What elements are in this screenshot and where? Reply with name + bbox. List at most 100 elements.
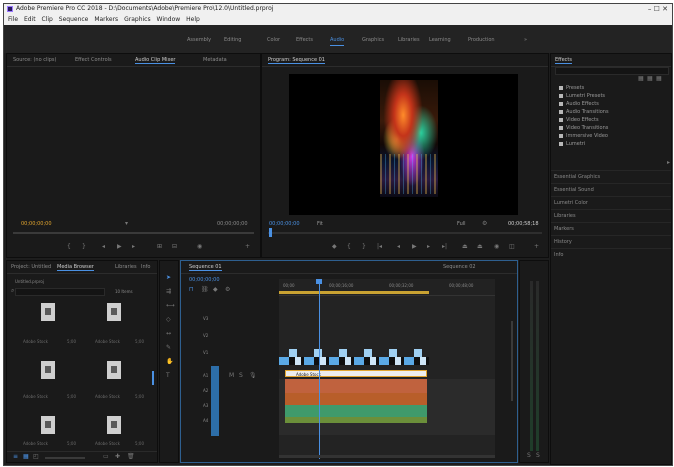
insert-icon[interactable]: ⊞ (157, 244, 162, 250)
play-icon[interactable]: ▶ (412, 244, 417, 250)
new-item-icon[interactable]: ✚ (115, 454, 120, 460)
go-to-out-icon[interactable]: ▸| (442, 244, 447, 250)
tab-metadata[interactable]: Metadata (203, 57, 227, 63)
workspace-tab[interactable]: Graphics (362, 37, 384, 43)
step-forward-icon[interactable]: ▸ (427, 244, 430, 250)
pen-tool-icon[interactable]: ✎ (166, 345, 171, 351)
project-clip-thumbnail[interactable] (107, 416, 121, 434)
export-frame-icon[interactable]: ◉ (197, 244, 202, 250)
menu-help[interactable]: Help (186, 16, 200, 23)
video-transitions-v1[interactable] (279, 349, 429, 357)
audio-clip-a3[interactable] (285, 405, 427, 417)
audio-clip-a4[interactable] (285, 417, 427, 423)
workspace-tab[interactable]: Learning (429, 37, 451, 43)
audio-clip-a1[interactable] (285, 379, 427, 393)
program-playhead[interactable] (269, 228, 272, 237)
workspace-tab[interactable]: Effects (296, 37, 313, 43)
panel-section-essential-graphics[interactable]: Essential Graphics (551, 170, 671, 184)
step-forward-icon[interactable]: ▸ (132, 244, 135, 250)
work-area-bar[interactable] (279, 291, 429, 294)
project-clip-thumbnail[interactable] (107, 361, 121, 379)
track-header-v3[interactable]: V3 (203, 316, 208, 321)
clear-icon[interactable]: 🗑 (127, 454, 135, 460)
workspace-tab[interactable]: Production (468, 37, 495, 43)
menu-graphics[interactable]: Graphics (124, 16, 151, 23)
tab-audio-clip-mixer[interactable]: Audio Clip Mixer (135, 57, 176, 64)
panel-section-lumetri-color[interactable]: Lumetri Color (551, 196, 671, 210)
32bit-effects-icon[interactable]: ▦ (647, 76, 653, 82)
track-header-a1[interactable]: A1 (203, 373, 208, 378)
extract-icon[interactable]: ⏏ (477, 244, 483, 250)
effects-folder[interactable]: Audio Transitions (559, 109, 609, 115)
workspace-tab[interactable]: Color (267, 37, 280, 43)
solo-left-icon[interactable]: S (527, 453, 531, 459)
source-zoom-dropdown-icon[interactable]: ▾ (125, 221, 128, 227)
add-marker-icon[interactable]: ◆ (213, 287, 218, 293)
track-header-a2[interactable]: A2 (203, 388, 208, 393)
panel-section-essential-sound[interactable]: Essential Sound (551, 183, 671, 197)
thumbnail-zoom-slider[interactable] (45, 457, 85, 459)
track-header-a4[interactable]: A4 (203, 418, 208, 423)
workspace-tab[interactable]: Libraries (398, 37, 420, 43)
lift-icon[interactable]: ⏏ (462, 244, 468, 250)
add-marker-icon[interactable]: ◆ (332, 244, 337, 250)
icon-view-icon[interactable]: ▦ (23, 454, 29, 460)
menu-sequence[interactable]: Sequence (59, 16, 89, 23)
mark-out-icon[interactable]: } (82, 244, 86, 250)
panel-section-history[interactable]: History (551, 235, 671, 249)
mute-icon[interactable]: M (229, 373, 234, 379)
project-clip-thumbnail[interactable] (41, 416, 55, 434)
accelerated-effects-icon[interactable]: ▦ (638, 76, 644, 82)
settings-wrench-icon[interactable]: ⚙ (482, 221, 487, 227)
effects-folder[interactable]: Lumetri (559, 141, 585, 147)
new-bin-icon[interactable]: ▭ (103, 454, 109, 460)
project-scrollbar[interactable] (152, 371, 154, 385)
window-controls[interactable]: – ☐ ✕ (648, 4, 668, 14)
menu-window[interactable]: Window (157, 16, 181, 23)
menu-markers[interactable]: Markers (94, 16, 118, 23)
list-view-icon[interactable]: ≡ (13, 454, 18, 460)
yuv-effects-icon[interactable]: ▦ (656, 76, 662, 82)
workspace-tab[interactable]: Editing (224, 37, 241, 43)
ripple-edit-tool-icon[interactable]: ⟷ (166, 303, 175, 309)
timeline-settings-icon[interactable]: ⚙ (225, 287, 230, 293)
video-clips-v1[interactable] (279, 357, 429, 365)
playhead-handle[interactable] (316, 279, 322, 284)
tab-effects[interactable]: Effects (555, 57, 572, 64)
comparison-view-icon[interactable]: ◫ (509, 244, 515, 250)
source-scrubber[interactable] (13, 232, 254, 234)
effects-search-input[interactable] (555, 67, 669, 75)
audio-source-patch[interactable] (211, 366, 219, 436)
tab-info[interactable]: Info (141, 264, 150, 270)
overwrite-icon[interactable]: ⊟ (172, 244, 177, 250)
effects-folder[interactable]: Presets (559, 85, 584, 91)
razor-tool-icon[interactable]: ◇ (166, 317, 171, 323)
tab-program[interactable]: Program: Sequence 01 (268, 57, 325, 64)
panel-section-info[interactable]: Info (551, 248, 671, 262)
project-clip-thumbnail[interactable] (107, 303, 121, 321)
solo-right-icon[interactable]: S (536, 453, 540, 459)
export-frame-icon[interactable]: ◉ (494, 244, 499, 250)
more-workspaces-icon[interactable]: » (524, 37, 527, 43)
slip-tool-icon[interactable]: ↔ (166, 331, 171, 337)
selected-clip[interactable]: Adobe Stock (285, 370, 427, 377)
effects-collapse-icon[interactable]: ▸ (667, 160, 670, 166)
tab-effect-controls[interactable]: Effect Controls (75, 57, 112, 63)
play-icon[interactable]: ▶ (117, 244, 122, 250)
program-fit-dropdown[interactable]: Fit (317, 221, 323, 227)
snap-icon[interactable]: ⊓ (189, 287, 194, 293)
tab-source[interactable]: Source: (no clips) (13, 57, 56, 63)
step-back-icon[interactable]: ◂ (397, 244, 400, 250)
program-scrubber[interactable] (268, 232, 542, 234)
workspace-tab-active[interactable]: Audio (330, 37, 345, 46)
workspace-tab[interactable]: Assembly (187, 37, 211, 43)
menu-clip[interactable]: Clip (42, 16, 53, 23)
type-tool-icon[interactable]: T (166, 373, 170, 379)
selection-tool-icon[interactable]: ➤ (166, 275, 171, 281)
tab-sequence-02[interactable]: Sequence 02 (443, 264, 476, 270)
hand-tool-icon[interactable]: ✋ (166, 359, 173, 365)
effects-folder[interactable]: Audio Effects (559, 101, 599, 107)
timeline-playhead[interactable] (319, 279, 320, 459)
linked-selection-icon[interactable]: ⛓ (201, 287, 209, 293)
menu-edit[interactable]: Edit (24, 16, 36, 23)
